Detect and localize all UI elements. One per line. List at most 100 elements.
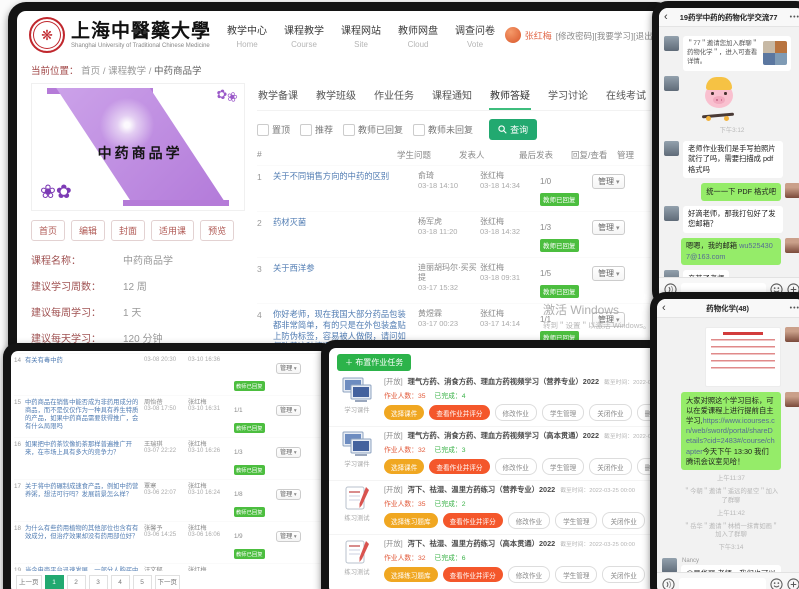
emoji-icon[interactable] (770, 578, 783, 589)
manage-dropdown-button[interactable]: 管理 (276, 531, 301, 542)
question-title-link[interactable]: 关于将中药碾制成速食产品，例如中药营养粥，想法可行吗？发展前景怎么样？ (25, 483, 144, 500)
reply-count-cell: 教师已回复 (234, 357, 276, 393)
voice-icon[interactable] (662, 578, 675, 589)
qa-table-header: #学生问题发表人最后发表回复/查看管理 (257, 149, 651, 165)
student-count: 作业人数：32 (384, 444, 426, 454)
course-action-button[interactable]: 预览 (200, 220, 234, 241)
course-action-button[interactable]: 首页 (31, 220, 65, 241)
pig-sticker[interactable] (699, 76, 741, 122)
assignment-status: [开放] (384, 377, 403, 387)
chat-menu-icon[interactable]: ••• (790, 305, 799, 312)
chat-message (664, 76, 799, 122)
question-title-link[interactable]: 关于西洋参 (273, 263, 418, 274)
student-management-button[interactable]: 学生管理 (555, 512, 597, 529)
nav-item[interactable]: 教学中心 Home (227, 22, 267, 49)
course-tab[interactable]: 教学备课 (257, 83, 299, 110)
question-title-link[interactable]: 如果把中药茶饮像奶茶那样普遍推广开来，在市场上具有多大的竞争力？ (25, 441, 144, 458)
student-management-button[interactable]: 学生管理 (555, 566, 597, 583)
course-tab[interactable]: 在线考试 (605, 83, 647, 110)
manage-dropdown-button[interactable]: 管理 (592, 266, 625, 281)
course-tab[interactable]: 教师答疑 (489, 83, 531, 110)
question-title-link[interactable]: 关于不同销售方向的中药的区别 (273, 171, 418, 182)
edit-assignment-button[interactable]: 修改作业 (508, 566, 550, 583)
course-action-button[interactable]: 封面 (111, 220, 145, 241)
page-button[interactable]: 上一页 (16, 575, 42, 589)
course-tab[interactable]: 课程通知 (431, 83, 473, 110)
filter-checkbox-item[interactable]: 教师未回复 (413, 123, 473, 136)
close-assignment-button[interactable]: 关闭作业 (602, 512, 644, 529)
course-action-buttons: 首页编辑封面适用课预览 (31, 220, 243, 241)
manage-dropdown-button[interactable]: 管理 (276, 489, 301, 500)
breadcrumb-section[interactable]: 课程教学 (108, 66, 146, 77)
manage-dropdown-button[interactable]: 管理 (276, 447, 301, 458)
assignment-type-label: 学习课件 (337, 405, 377, 414)
close-assignment-button[interactable]: 关闭作业 (602, 566, 644, 583)
grade-assignment-button[interactable]: 查看作业并评分 (443, 513, 503, 528)
breadcrumb-current: 中药商品学 (154, 66, 202, 77)
page-button[interactable]: 2 (67, 575, 86, 589)
checkbox[interactable] (300, 124, 312, 136)
course-action-button[interactable]: 编辑 (71, 220, 105, 241)
manage-dropdown-button[interactable]: 管理 (592, 220, 625, 235)
edit-assignment-button[interactable]: 修改作业 (495, 458, 537, 475)
site-header: ❋ 上海中醫藥大學 Shanghai University of Traditi… (17, 11, 665, 55)
chat-menu-icon[interactable]: ••• (790, 14, 799, 21)
courseware-computer-icon (342, 431, 372, 457)
select-content-button[interactable]: 选择课件 (384, 405, 424, 420)
nav-item[interactable]: 课程网站 Site (341, 22, 381, 49)
search-button[interactable]: 查询 (489, 119, 537, 140)
select-content-button[interactable]: 选择课件 (384, 459, 424, 474)
course-tab[interactable]: 教学班级 (315, 83, 357, 110)
edit-assignment-button[interactable]: 修改作业 (495, 404, 537, 421)
student-management-button[interactable]: 学生管理 (542, 404, 584, 421)
breadcrumb-home[interactable]: 首页 (81, 66, 100, 77)
manage-dropdown-button[interactable]: 管理 (592, 174, 625, 189)
nav-item[interactable]: 课程教学 Course (284, 22, 324, 49)
chat-title: 19药学中药的药物化学交流77 (668, 12, 790, 23)
user-link[interactable]: [我要学习] (595, 31, 634, 41)
group-invite-card[interactable]: ＂77＂邀请您加入群聊＂药物化学＂，进入可查看详情。 (683, 36, 791, 71)
grade-assignment-button[interactable]: 查看作业并评分 (429, 405, 489, 420)
page-button[interactable]: 下一页 (155, 575, 181, 589)
question-title-link[interactable]: 为什么有些药用植物的其他部位也含有有效成分，但治疗效果却没有药用部位好？ (25, 525, 144, 542)
page-button[interactable]: 3 (89, 575, 108, 589)
question-title-link[interactable]: 中药商品在销售中能否成为非药用成分的商品，而不是仅仅作为一种具有养生特质的产品，… (25, 399, 144, 432)
plus-icon[interactable] (787, 578, 799, 589)
create-assignment-button[interactable]: ＋ 布置作业任务 (337, 354, 411, 371)
nav-item[interactable]: 调查问卷 Vote (455, 22, 495, 49)
question-title-link[interactable]: 有关有毒中药 (25, 357, 144, 365)
course-tab[interactable]: 作业任务 (373, 83, 415, 110)
manage-dropdown-button[interactable]: 管理 (276, 363, 301, 374)
message-bubble: 老师作业我们是手写拍照片就行了吗，需要扫描成 pdf 格式吗 (683, 141, 783, 179)
grade-assignment-button[interactable]: 查看作业并评分 (443, 567, 503, 582)
course-action-button[interactable]: 适用课 (151, 220, 194, 241)
close-assignment-button[interactable]: 关闭作业 (589, 404, 631, 421)
filter-checkbox-item[interactable]: 置顶 (257, 123, 290, 136)
user-link[interactable]: [修改密码] (556, 31, 595, 41)
checkbox[interactable] (257, 124, 269, 136)
question-title-link[interactable]: 药材灭菌 (273, 217, 418, 228)
document-image[interactable] (705, 327, 781, 387)
filter-checkbox-item[interactable]: 教师已回复 (343, 123, 403, 136)
checkbox[interactable] (343, 124, 355, 136)
nav-item[interactable]: 教师网盘 Cloud (398, 22, 438, 49)
page-button[interactable]: 5 (133, 575, 152, 589)
course-tab[interactable]: 学习讨论 (547, 83, 589, 110)
close-assignment-button[interactable]: 关闭作业 (589, 458, 631, 475)
filter-checkbox-item[interactable]: 推荐 (300, 123, 333, 136)
checkbox[interactable] (413, 124, 425, 136)
message-input[interactable] (679, 578, 766, 589)
qa-table-row: 15 中药商品在销售中能否成为非药用成分的商品，而不是仅仅作为一种具有养生特质的… (14, 395, 325, 437)
page-button[interactable]: 4 (111, 575, 130, 589)
edit-assignment-button[interactable]: 修改作业 (508, 512, 550, 529)
student-management-button[interactable]: 学生管理 (542, 458, 584, 475)
manage-dropdown-button[interactable]: 管理 (276, 405, 301, 416)
message-bubble: ＂岳华＂邀请＂林梢一抹青如画＂加入了群聊 (681, 523, 781, 541)
page-button[interactable]: 1 (45, 575, 64, 589)
select-content-button[interactable]: 选择练习题库 (384, 513, 438, 528)
manage-dropdown-button[interactable]: 管理 (592, 312, 625, 327)
grade-assignment-button[interactable]: 查看作业并评分 (429, 459, 489, 474)
last-replier: 张红梅03-18 14:34 (480, 171, 540, 191)
select-content-button[interactable]: 选择练习题库 (384, 567, 438, 582)
assignment-status: [开放] (384, 431, 403, 441)
